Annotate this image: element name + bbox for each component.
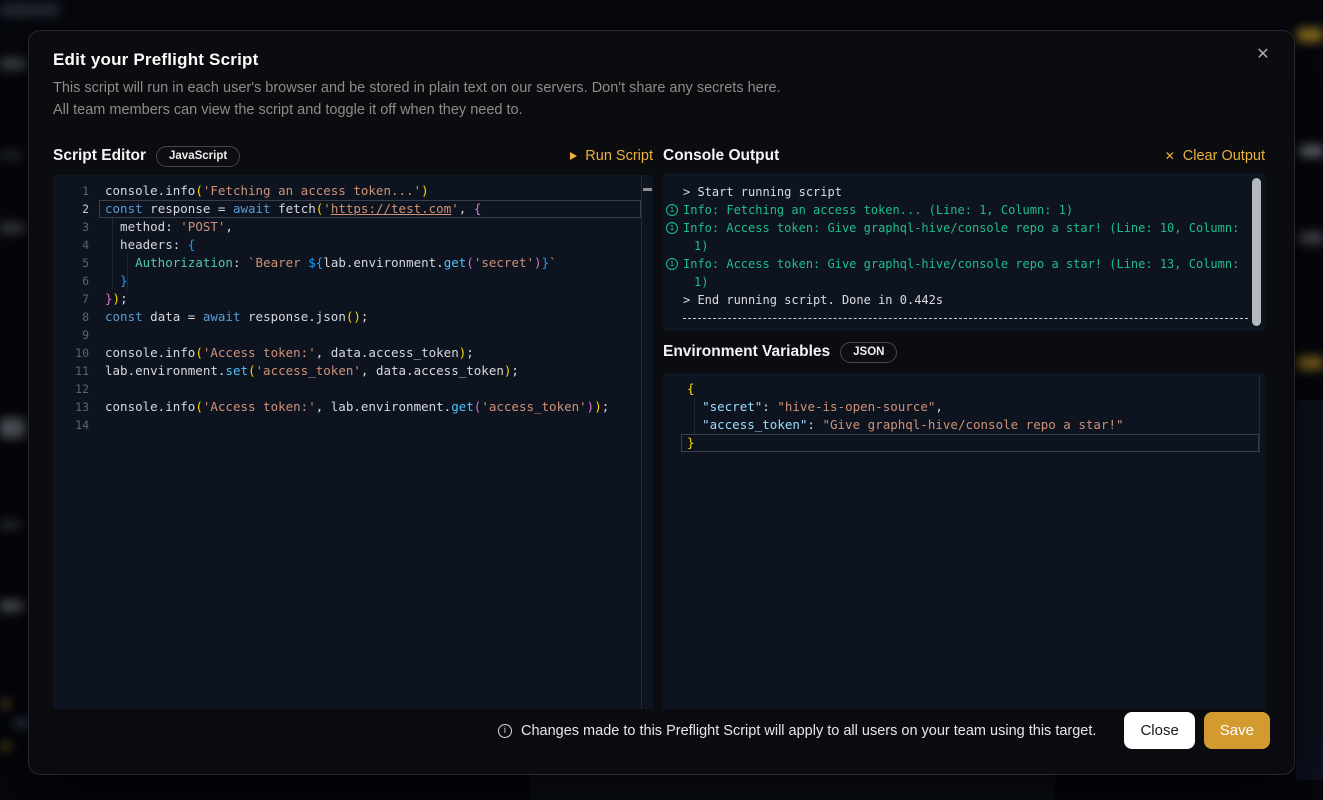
line-number: 11 — [53, 362, 99, 380]
script-code: console.info('Fetching an access token..… — [105, 182, 609, 434]
code-line: const data = await response.json(); — [105, 308, 609, 326]
line-number: 13 — [53, 398, 99, 416]
backdrop-blob — [0, 222, 26, 234]
code-line: const response = await fetch('https://te… — [105, 200, 609, 218]
backdrop-blob — [0, 150, 24, 160]
backdrop-blob — [2, 700, 10, 708]
script-editor-title: Script Editor — [53, 147, 146, 165]
console-line: > End running script. Done in 0.442s — [663, 291, 1265, 309]
modal-description-line1: This script will run in each user's brow… — [53, 77, 781, 99]
clear-output-button[interactable]: ✕ Clear Output — [1165, 148, 1265, 164]
scrollbar-thumb[interactable] — [1252, 178, 1261, 326]
script-editor[interactable]: 1234567891011121314 console.info('Fetchi… — [53, 175, 653, 709]
backdrop-blob — [0, 3, 60, 17]
code-line: } — [105, 272, 609, 290]
backdrop-blob — [1296, 400, 1323, 780]
backdrop-blob — [1299, 232, 1323, 244]
language-badge: JavaScript — [156, 146, 240, 167]
code-line: console.info('Access token:', lab.enviro… — [105, 398, 609, 416]
editor-scroll-divider — [641, 175, 642, 709]
page-title: Edit your Preflight Script — [53, 50, 258, 70]
info-icon: i — [666, 258, 678, 270]
code-line: } — [687, 434, 1124, 452]
line-number: 12 — [53, 380, 99, 398]
info-icon: i — [666, 222, 678, 234]
run-script-button[interactable]: Run Script — [570, 148, 653, 164]
console-separator — [683, 318, 1248, 319]
console-line: 1) — [663, 237, 1265, 255]
line-number-gutter: 1234567891011121314 — [53, 182, 99, 434]
script-editor-header: Script Editor JavaScript Run Script — [53, 143, 653, 169]
backdrop-blob — [0, 58, 26, 70]
backdrop-blob — [1297, 28, 1323, 42]
info-icon: i — [666, 204, 678, 216]
env-code: { "secret": "hive-is-open-source", "acce… — [687, 380, 1124, 452]
overview-ruler-marker — [643, 188, 652, 191]
line-number: 7 — [53, 290, 99, 308]
line-number: 10 — [53, 344, 99, 362]
code-line: headers: { — [105, 236, 609, 254]
footer-note: Changes made to this Preflight Script wi… — [521, 723, 1096, 739]
environment-variables-editor[interactable]: { "secret": "hive-is-open-source", "acce… — [663, 373, 1265, 709]
code-line — [105, 326, 609, 344]
backdrop-blob — [0, 520, 22, 530]
code-line: "secret": "hive-is-open-source", — [687, 398, 1124, 416]
line-number: 3 — [53, 218, 99, 236]
line-number: 9 — [53, 326, 99, 344]
save-button[interactable]: Save — [1204, 712, 1270, 749]
console-line: iInfo: Access token: Give graphql-hive/c… — [663, 255, 1265, 273]
code-line: { — [687, 380, 1124, 398]
line-number: 14 — [53, 416, 99, 434]
clear-icon: ✕ — [1165, 150, 1175, 162]
console-output-title: Console Output — [663, 147, 779, 165]
editor-scroll-divider — [1259, 376, 1260, 454]
environment-variables-title: Environment Variables — [663, 343, 830, 361]
console-line: iInfo: Fetching an access token... (Line… — [663, 201, 1265, 219]
line-number: 6 — [53, 272, 99, 290]
line-number: 4 — [53, 236, 99, 254]
line-number: 2 — [53, 200, 99, 218]
close-button[interactable]: Close — [1124, 712, 1194, 749]
play-icon — [570, 152, 577, 160]
line-number: 8 — [53, 308, 99, 326]
code-line: lab.environment.set('access_token', data… — [105, 362, 609, 380]
code-line — [105, 416, 609, 434]
clear-output-label: Clear Output — [1183, 148, 1265, 164]
console-line: iInfo: Access token: Give graphql-hive/c… — [663, 219, 1265, 237]
code-line: }); — [105, 290, 609, 308]
close-icon[interactable]: ✕ — [1252, 44, 1274, 66]
backdrop-blob — [1297, 356, 1323, 370]
backdrop-blob — [2, 742, 10, 750]
backdrop-blob — [1299, 145, 1323, 157]
backdrop-blob — [0, 418, 26, 438]
code-line: "access_token": "Give graphql-hive/conso… — [687, 416, 1124, 434]
code-line: console.info('Fetching an access token..… — [105, 182, 609, 200]
backdrop-blob — [0, 600, 24, 612]
modal-description: This script will run in each user's brow… — [53, 77, 781, 121]
modal-description-line2: All team members can view the script and… — [53, 99, 781, 121]
code-line: console.info('Access token:', data.acces… — [105, 344, 609, 362]
json-badge: JSON — [840, 342, 897, 363]
console-header: Console Output ✕ Clear Output — [663, 143, 1265, 169]
code-line: method: 'POST', — [105, 218, 609, 236]
run-script-label: Run Script — [585, 148, 653, 164]
environment-variables-header: Environment Variables JSON — [663, 339, 1265, 365]
console-output-panel[interactable]: > Start running scriptiInfo: Fetching an… — [663, 173, 1265, 331]
info-icon: i — [498, 724, 512, 738]
line-number: 5 — [53, 254, 99, 272]
modal-footer: i Changes made to this Preflight Script … — [498, 712, 1270, 749]
line-number: 1 — [53, 182, 99, 200]
console-lines: > Start running scriptiInfo: Fetching an… — [663, 183, 1265, 319]
preflight-script-modal: ✕ Edit your Preflight Script This script… — [28, 30, 1295, 775]
console-line: > Start running script — [663, 183, 1265, 201]
code-line — [105, 380, 609, 398]
backdrop-blob — [530, 772, 1055, 800]
console-line: 1) — [663, 273, 1265, 291]
code-line: Authorization: `Bearer ${lab.environment… — [105, 254, 609, 272]
